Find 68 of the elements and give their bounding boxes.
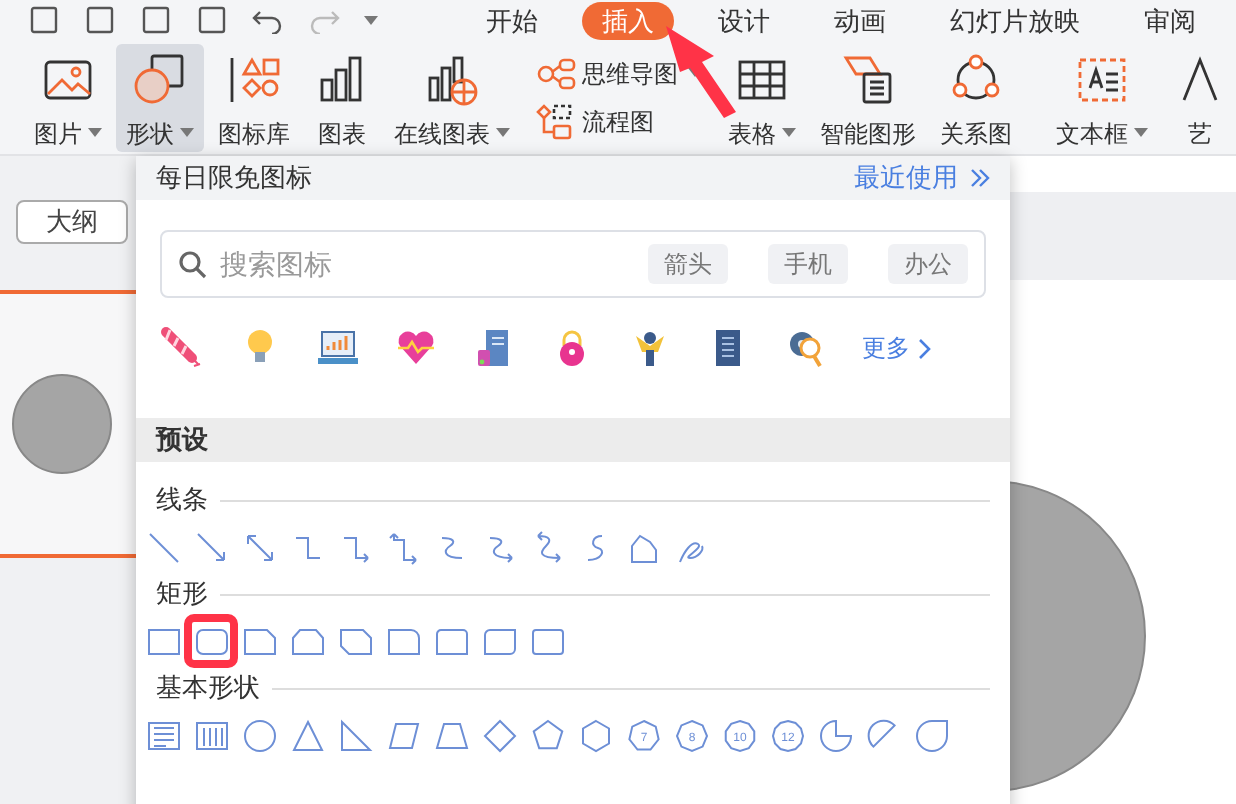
menu-tab[interactable]: 审阅 (1124, 1, 1216, 39)
menu-tab[interactable]: 幻灯片放映 (930, 1, 1100, 39)
circle-shape-icon[interactable] (242, 717, 278, 753)
chord-shape-icon[interactable] (866, 717, 902, 753)
more-link[interactable]: 更多 (862, 330, 932, 366)
menu-tab[interactable]: 设计 (698, 1, 790, 39)
line-shape-icon[interactable] (146, 529, 182, 565)
rectangle-shape-icon[interactable] (146, 623, 182, 659)
laptop-chart-icon[interactable] (316, 326, 360, 370)
pie-shape-icon[interactable] (818, 717, 854, 753)
icon-search-field[interactable]: 搜索图标 箭头 手机 办公 (160, 230, 986, 298)
ribbon-button[interactable]: 在线图表 (384, 43, 520, 151)
redo-icon[interactable] (308, 6, 340, 34)
right-triangle-icon[interactable] (338, 717, 374, 753)
shapes-icon (132, 51, 188, 107)
rounded-top-rectangle-icon[interactable] (434, 623, 470, 659)
ribbon-button[interactable]: 智能图形 (810, 43, 926, 151)
elbow-double-arrow-icon[interactable] (386, 529, 422, 565)
rounded-rectangle-icon[interactable] (194, 623, 230, 659)
panel-title: 每日限免图标 (156, 160, 312, 197)
mind-map-icon (536, 55, 576, 91)
caret-icon (364, 15, 378, 25)
menu-tab[interactable]: 动画 (814, 1, 906, 39)
arrow-line-icon[interactable] (194, 529, 230, 565)
hexagon-shape-icon[interactable] (578, 717, 614, 753)
search-input[interactable]: 搜索图标 (220, 243, 608, 285)
freeform-icon[interactable] (626, 529, 662, 565)
firecracker-icon[interactable] (160, 326, 204, 370)
group-label: 线条 (156, 482, 208, 519)
ribbon-button[interactable]: 关系图 (930, 43, 1022, 151)
ribbon-button[interactable]: 图片 (24, 43, 112, 151)
ribbon-button[interactable]: 表格 (718, 43, 806, 151)
ribbon-button[interactable]: 流程图 (536, 103, 702, 139)
chart-globe-icon (424, 51, 480, 107)
section-heading: 预设 (156, 422, 208, 459)
teardrop-shape-icon[interactable] (914, 717, 950, 753)
highlight-frame (184, 614, 238, 668)
ribbon-button[interactable]: 艺 (1162, 43, 1236, 151)
text-box-shape-icon[interactable] (146, 717, 182, 753)
slide-thumbnail[interactable] (0, 290, 136, 558)
rectangle-shape-icon[interactable] (530, 623, 566, 659)
group-label: 基本形状 (156, 670, 260, 707)
pentagon-shape-icon[interactable] (530, 717, 566, 753)
vertical-text-box-icon[interactable] (194, 717, 230, 753)
double-chevron-icon (970, 168, 990, 188)
ribbon-button[interactable]: 图表 (304, 43, 380, 151)
outline-tab[interactable]: 大纲 (16, 200, 128, 244)
rounded-diagonal-rectangle-icon[interactable] (482, 623, 518, 659)
group-label: 矩形 (156, 576, 208, 613)
rounded-corner-rectangle-icon[interactable] (386, 623, 422, 659)
diamond-shape-icon[interactable] (482, 717, 518, 753)
parallelogram-icon[interactable] (386, 717, 422, 753)
ribbon-button[interactable]: 图标库 (208, 43, 300, 151)
flowchart-icon (536, 103, 576, 139)
double-arrow-icon[interactable] (242, 529, 278, 565)
chevron-right-icon (918, 337, 932, 359)
search-tag[interactable]: 箭头 (648, 244, 728, 284)
ribbon-button[interactable]: 文本框 (1046, 43, 1158, 151)
ribbon-button[interactable]: 形状 (116, 43, 204, 151)
trapezoid-icon[interactable] (434, 717, 470, 753)
undo-icon[interactable] (252, 6, 284, 34)
triangle-shape-icon[interactable] (290, 717, 326, 753)
search-tag[interactable]: 手机 (768, 244, 848, 284)
search-icon (178, 249, 208, 279)
smart-graphic-icon (840, 51, 896, 107)
recent-link[interactable]: 最近使用 (854, 158, 990, 198)
menu-tab[interactable]: 开始 (466, 1, 558, 39)
search-tag[interactable]: 办公 (888, 244, 968, 284)
